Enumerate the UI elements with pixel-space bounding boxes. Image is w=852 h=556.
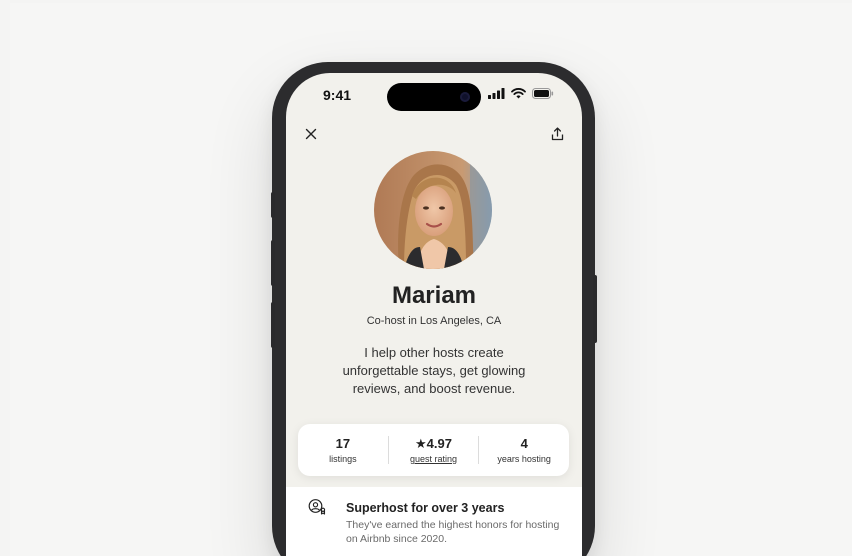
superhost-badge-icon [308,499,326,515]
stat-value: 17 [335,436,351,451]
phone-volume-down [271,302,275,348]
stat-label: listings [329,454,357,464]
stats-card: 17 listings ★4.97 guest rating 4 years h… [298,424,569,476]
host-location: Co-host in Los Angeles, CA [366,315,502,327]
host-photo [374,151,492,269]
dynamic-island [387,83,481,111]
phone-volume-up [271,240,275,286]
stat-guest-rating: ★4.97 guest rating [387,436,479,464]
close-icon [305,128,317,140]
phone-mute-switch [271,192,275,218]
superhost-description: They've earned the highest honors for ho… [346,519,560,545]
stat-label: years hosting [497,454,551,464]
avatar [374,151,492,269]
phone-power-button [593,275,597,343]
share-button[interactable] [546,123,568,145]
host-bio: I help other hosts create unforgettable … [342,345,526,396]
superhost-title: Superhost for over 3 years [346,501,505,515]
front-camera [460,92,470,102]
phone-screen: 9:41 Mariam Co-host in Los Angeles, CA I… [286,73,582,556]
stat-years-hosting: 4 years hosting [478,436,569,464]
highlights-section: Superhost for over 3 years They've earne… [286,487,582,556]
close-button[interactable] [300,123,322,145]
stat-listings: 17 listings [298,436,388,464]
stat-value: 4 [520,436,528,451]
battery-icon [532,88,554,99]
wifi-icon [511,88,526,99]
share-icon [551,127,563,141]
guest-rating-link[interactable]: guest rating [389,454,479,464]
cellular-signal-icon [488,88,505,99]
status-icons [488,88,554,99]
stat-value: ★4.97 [415,436,452,451]
status-time: 9:41 [323,87,352,103]
host-name: Mariam [391,282,477,309]
